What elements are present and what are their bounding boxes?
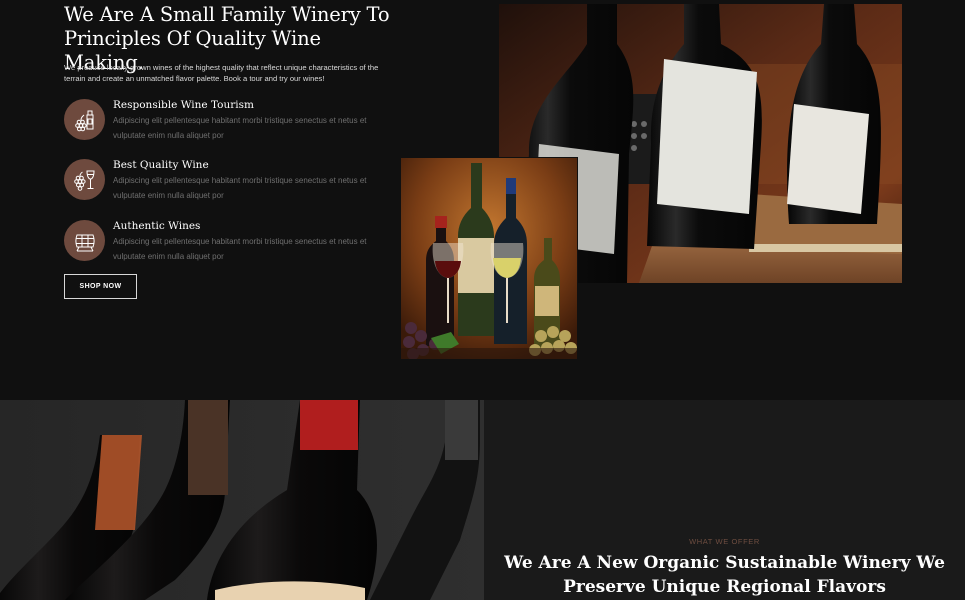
bottles-closeup-photo [0,400,484,600]
what-we-offer-section: WHAT WE OFFER We Are A New Organic Susta… [484,400,965,600]
feature-description: Adipiscing elit pellentesque habitant mo… [113,116,367,140]
feature-title: Authentic Wines [113,220,201,232]
feature-title: Responsible Wine Tourism [113,99,254,111]
feature-best-quality: Best Quality Wine Adipiscing elit pellen… [64,158,384,202]
wine-barrel-icon [64,220,105,261]
section-eyebrow: WHAT WE OFFER [689,537,760,546]
feature-description: Adipiscing elit pellentesque habitant mo… [113,176,367,200]
feature-title: Best Quality Wine [113,159,209,171]
feature-description: Adipiscing elit pellentesque habitant mo… [113,237,367,261]
feature-responsible-tourism: Responsible Wine Tourism Adipiscing elit… [64,98,384,142]
about-section: We Are A Small Family Winery To Principl… [0,0,965,400]
feature-authentic-wines: Authentic Wines Adipiscing elit pellente… [64,219,384,263]
wine-glass-grapes-icon [64,159,105,200]
wine-glasses-photo [400,157,578,360]
intro-text: We produce locally grown wines of the hi… [64,63,379,83]
wine-tourism-icon [64,99,105,140]
shop-now-button[interactable]: SHOP NOW [64,274,137,299]
offer-headline: We Are A New Organic Sustainable Winery … [504,553,945,597]
